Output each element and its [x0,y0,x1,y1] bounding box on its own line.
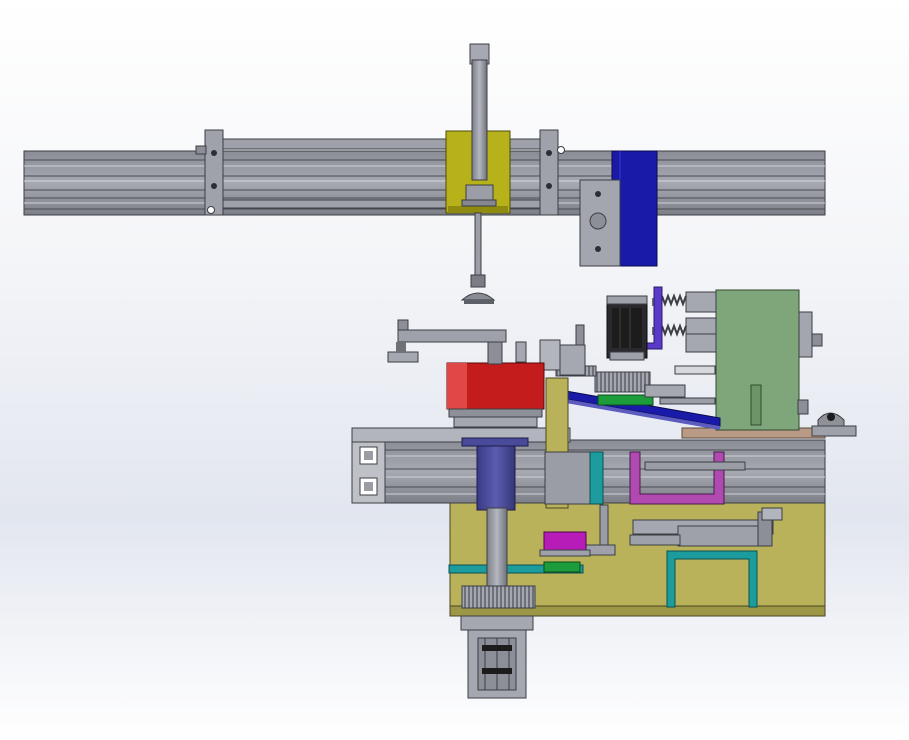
magenta-bracket-rod [644,461,746,471]
assembly-drawing [23,43,857,699]
grey-end-bracket [579,179,621,267]
vertical-shaft [486,507,508,599]
cad-viewport [0,0,909,740]
bottom-gear [461,585,536,609]
lower-machine [351,286,857,699]
clamp-arm [387,319,527,365]
red-turntable-block [446,362,545,428]
pillow-block-bearing [811,412,857,437]
bottom-stepper-motor [460,615,534,699]
upper-stepper-motor [606,295,648,361]
green-housing [715,289,823,431]
teal-strip [589,451,604,505]
top-gantry [23,43,826,304]
